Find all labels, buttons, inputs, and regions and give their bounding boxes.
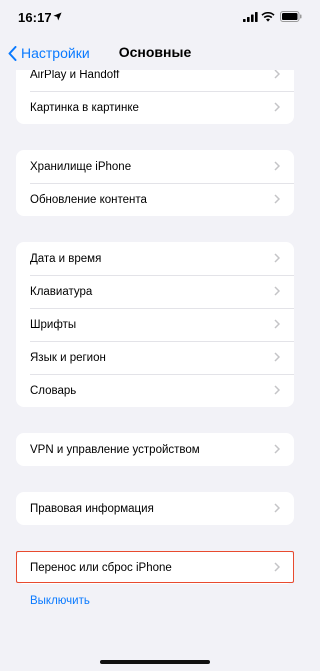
shutdown-link[interactable]: Выключить	[16, 587, 294, 615]
row-label: Клавиатура	[30, 285, 93, 298]
location-arrow-icon	[53, 12, 62, 21]
settings-row-picture-in-picture[interactable]: Картинка в картинке	[16, 91, 294, 124]
settings-row-transfer-reset-iphone[interactable]: Перенос или сброс iPhone	[16, 551, 294, 584]
chevron-right-icon	[274, 319, 280, 329]
settings-group-legal: Правовая информация	[16, 492, 294, 525]
cellular-signal-icon	[243, 12, 258, 22]
status-bar: 16:17	[0, 0, 310, 34]
settings-row-dictionary[interactable]: Словарь	[16, 374, 294, 407]
chevron-right-icon	[274, 286, 280, 296]
row-label: AirPlay и Handoff	[30, 68, 120, 81]
row-label: Хранилище iPhone	[30, 160, 132, 173]
settings-row-background-refresh[interactable]: Обновление контента	[16, 183, 294, 216]
row-label: Язык и регион	[30, 351, 106, 364]
home-indicator	[100, 660, 210, 664]
chevron-right-icon	[274, 352, 280, 362]
settings-group-vpn: VPN и управление устройством	[16, 433, 294, 466]
settings-group-locale: Дата и время Клавиатура Шрифты Язык и ре…	[16, 242, 294, 407]
settings-row-iphone-storage[interactable]: Хранилище iPhone	[16, 150, 294, 183]
chevron-right-icon	[274, 444, 280, 454]
chevron-right-icon	[274, 253, 280, 263]
settings-group-storage: Хранилище iPhone Обновление контента	[16, 150, 294, 216]
settings-row-keyboard[interactable]: Клавиатура	[16, 275, 294, 308]
row-label: Правовая информация	[30, 502, 154, 515]
row-label: Перенос или сброс iPhone	[30, 561, 172, 574]
settings-row-vpn-device-management[interactable]: VPN и управление устройством	[16, 433, 294, 466]
wifi-icon	[261, 12, 275, 22]
row-label: Картинка в картинке	[30, 101, 139, 114]
row-label: VPN и управление устройством	[30, 443, 200, 456]
chevron-right-icon	[274, 194, 280, 204]
row-label: Словарь	[30, 384, 77, 397]
navigation-bar-overlay: Настройки Основные	[0, 34, 310, 70]
settings-row-fonts[interactable]: Шрифты	[16, 308, 294, 341]
settings-row-date-time[interactable]: Дата и время	[16, 242, 294, 275]
chevron-right-icon	[274, 69, 280, 79]
chevron-right-icon	[274, 161, 280, 171]
chevron-right-icon	[274, 385, 280, 395]
page-title: Основные	[118, 44, 192, 60]
battery-icon	[280, 11, 302, 22]
row-label: Дата и время	[30, 252, 102, 265]
chevron-right-icon	[274, 562, 280, 572]
settings-group-reset: Перенос или сброс iPhone	[16, 551, 294, 584]
settings-row-language-region[interactable]: Язык и регион	[16, 341, 294, 374]
settings-row-legal-info[interactable]: Правовая информация	[16, 492, 294, 525]
chevron-right-icon	[274, 503, 280, 513]
status-time: 16:17	[18, 10, 52, 25]
row-label: Шрифты	[30, 318, 77, 331]
row-label: Обновление контента	[30, 193, 147, 206]
chevron-right-icon	[274, 102, 280, 112]
